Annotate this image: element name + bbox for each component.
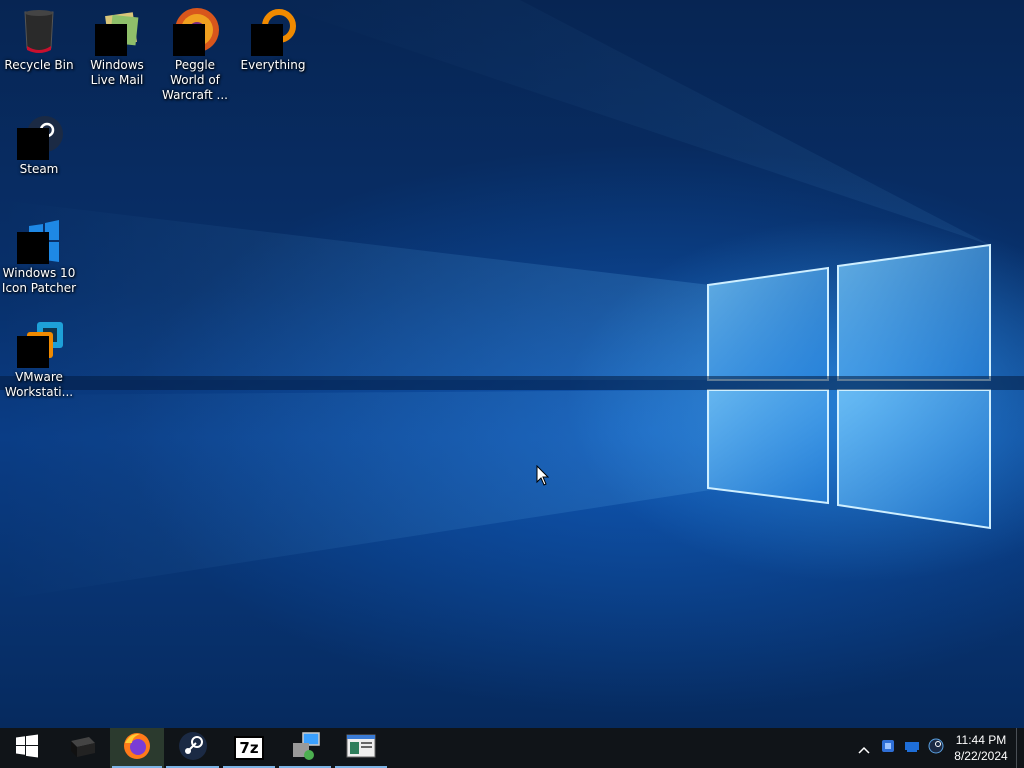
show-hidden-icons-button[interactable] [852, 728, 876, 768]
clock-time: 11:44 PM [955, 733, 1007, 747]
desktop-icon-label: Steam [19, 162, 59, 176]
terminal-app-icon [67, 733, 97, 763]
clock-date: 8/22/2024 [954, 749, 1008, 763]
7zip-icon: 7z [234, 736, 264, 760]
desktop-icon-label: Windows Live Mail [90, 58, 144, 87]
windows-start-icon [15, 734, 39, 762]
redacted-icon-overlay [17, 128, 49, 160]
document-window-icon [346, 733, 376, 763]
desktop-icon-windows-live-mail[interactable]: Windows Live Mail [78, 4, 156, 88]
desktop-icon-label: VMware Workstati... [4, 370, 74, 399]
network-icon [904, 738, 920, 758]
redacted-icon-overlay [173, 24, 205, 56]
chevron-up-icon [858, 739, 870, 758]
desktop-icon-everything[interactable]: Everything [234, 4, 312, 73]
desktop-icon-steam[interactable]: Steam [0, 108, 78, 177]
tray-app-icon [880, 738, 896, 758]
taskbar-app-steam[interactable] [164, 728, 221, 768]
taskbar: 7z 11:44 PM 8/22/2024 [0, 728, 1024, 768]
desktop[interactable]: Recycle Bin Windows Live Mail Peggle Wor… [0, 0, 1024, 728]
network-tray-button[interactable] [900, 728, 924, 768]
peggle-icon [171, 8, 219, 56]
vmware-workstation-icon [15, 320, 63, 368]
desktop-icon-peggle[interactable]: Peggle World of Warcraft ... [156, 4, 234, 103]
steam-tray-button[interactable] [924, 728, 948, 768]
redacted-icon-overlay [17, 232, 49, 264]
taskbar-app-firefox[interactable] [110, 728, 164, 768]
desktop-icon-label: Windows 10 Icon Patcher [1, 266, 77, 295]
desktop-icon-label: Recycle Bin [4, 58, 74, 72]
network-install-icon [289, 731, 321, 765]
redacted-icon-overlay [251, 24, 283, 56]
desktop-icon-vmware-workstation[interactable]: VMware Workstati... [0, 316, 78, 400]
windows-live-mail-icon [93, 8, 141, 56]
desktop-icon-label: Peggle World of Warcraft ... [162, 58, 228, 102]
steam-tray-icon [928, 738, 944, 758]
firefox-icon [122, 731, 152, 765]
recycle-bin-icon [15, 8, 63, 56]
steam-icon [15, 112, 63, 160]
desktop-icon-windows-10-icon-patcher[interactable]: Windows 10 Icon Patcher [0, 212, 78, 296]
everything-search-icon [249, 8, 297, 56]
redacted-icon-overlay [17, 336, 49, 368]
clock[interactable]: 11:44 PM 8/22/2024 [948, 732, 1014, 764]
tray-app-button[interactable] [876, 728, 900, 768]
taskbar-app-7zip[interactable]: 7z [221, 728, 277, 768]
taskbar-app-network-install[interactable] [277, 728, 333, 768]
redacted-icon-overlay [95, 24, 127, 56]
desktop-icon-recycle-bin[interactable]: Recycle Bin [0, 4, 78, 73]
steam-icon [178, 731, 208, 765]
system-tray: 11:44 PM 8/22/2024 [852, 728, 1024, 768]
taskbar-app-terminal[interactable] [54, 728, 110, 768]
start-button[interactable] [0, 728, 54, 768]
mouse-cursor-icon [536, 464, 550, 491]
taskbar-app-document-window[interactable] [333, 728, 389, 768]
windows-10-icon-patcher-icon [15, 216, 63, 264]
show-desktop-button[interactable] [1016, 728, 1024, 768]
desktop-icon-label: Everything [240, 58, 306, 72]
windows-10-wallpaper [0, 0, 1024, 600]
